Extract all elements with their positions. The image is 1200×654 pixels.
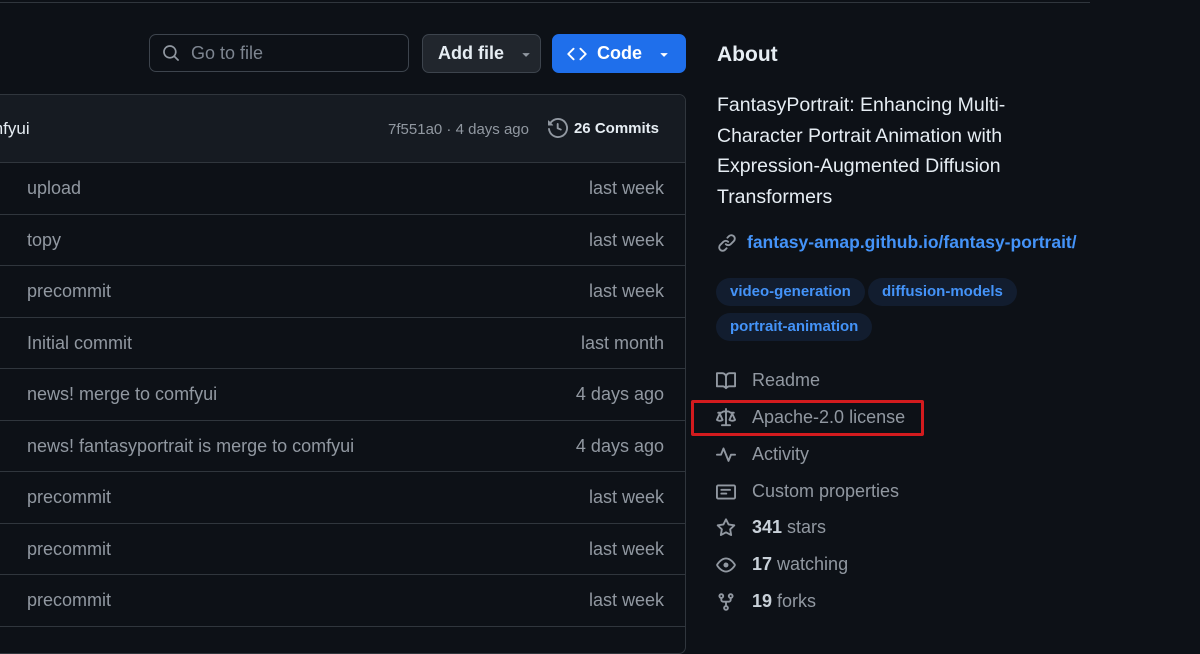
commit-time: last week xyxy=(588,178,664,198)
commit-message[interactable]: topy xyxy=(27,230,61,251)
caret-down-icon xyxy=(522,52,530,57)
repo-description: FantasyPortrait: Enhancing Multi-Charact… xyxy=(717,94,1006,208)
homepage-url: fantasy-amap.github.io/fantasy-portrait/ xyxy=(747,232,1077,252)
code-label: Code xyxy=(597,43,642,63)
go-to-file-search[interactable] xyxy=(149,34,409,72)
commit-message[interactable]: precommit xyxy=(27,487,111,508)
stars-label: stars xyxy=(787,517,827,537)
caret-down-icon xyxy=(660,52,668,57)
custom-properties-label: Custom properties xyxy=(752,481,900,501)
commit-message[interactable]: upload xyxy=(27,178,81,199)
topic-diffusion-models[interactable]: diffusion-models xyxy=(868,278,1017,306)
code-button[interactable]: Code xyxy=(552,34,686,73)
commit-message[interactable]: Initial commit xyxy=(27,333,132,354)
forks-count: 19 xyxy=(752,591,773,611)
file-row[interactable]: precommit last week xyxy=(0,524,685,575)
file-row[interactable]: news! merge to comfyui 4 days ago xyxy=(0,369,685,421)
eye-icon xyxy=(716,557,736,572)
code-icon xyxy=(567,47,587,60)
link-icon xyxy=(718,233,736,252)
forks-link[interactable]: 19 forks xyxy=(716,591,816,612)
watching-count: 17 xyxy=(752,554,773,574)
file-row[interactable]: topy last week xyxy=(0,215,685,266)
commit-time: 4 days ago xyxy=(575,435,664,456)
license-highlight-box xyxy=(691,400,924,436)
watching-label: watching xyxy=(777,554,849,574)
commit-message[interactable]: precommit xyxy=(27,539,111,560)
file-row[interactable]: precommit last week xyxy=(0,472,685,524)
commit-message[interactable]: news! fantasyportrait is merge to comfyu… xyxy=(27,436,354,457)
forks-label: forks xyxy=(777,591,817,611)
commit-author[interactable]: mfyui xyxy=(0,119,30,139)
search-input[interactable] xyxy=(189,41,393,65)
activity-link[interactable]: Activity xyxy=(716,444,809,465)
stars-link[interactable]: 341 stars xyxy=(716,517,826,538)
add-file-label: Add file xyxy=(438,43,504,63)
commit-message[interactable]: precommit xyxy=(27,590,111,611)
commit-time: last week xyxy=(588,487,664,507)
homepage-link[interactable]: fantasy-amap.github.io/fantasy-portrait/ xyxy=(717,232,1077,253)
commit-time: last week xyxy=(588,590,664,610)
search-icon xyxy=(163,45,179,61)
history-icon xyxy=(547,118,568,138)
file-row[interactable]: precommit last week xyxy=(0,575,685,627)
file-row[interactable]: news! fantasyportrait is merge to comfyu… xyxy=(0,421,685,472)
star-icon xyxy=(716,517,736,536)
file-list: mfyui 7f551a0 · 4 days ago 26 Commits up… xyxy=(0,94,686,654)
readme-link[interactable]: Readme xyxy=(716,370,820,391)
stars-count: 341 xyxy=(752,517,783,537)
commits-count: 26 Commits xyxy=(573,119,659,137)
readme-label: Readme xyxy=(752,370,821,390)
about-heading: About xyxy=(717,43,778,66)
fork-icon xyxy=(718,592,734,611)
topic-video-generation[interactable]: video-generation xyxy=(716,278,865,306)
commit-time: 4 days ago xyxy=(575,384,664,404)
commits-link[interactable]: 26 Commits xyxy=(547,118,659,138)
book-icon xyxy=(716,371,736,389)
commit-message[interactable]: precommit xyxy=(27,281,111,302)
file-row[interactable]: precommit last week xyxy=(0,266,685,318)
commit-time: last week xyxy=(588,229,664,250)
commit-time: last week xyxy=(588,281,664,301)
pulse-icon xyxy=(716,447,736,462)
commit-time: last month xyxy=(580,332,664,353)
top-divider xyxy=(0,2,1090,3)
note-icon xyxy=(716,484,736,499)
add-file-button[interactable]: Add file xyxy=(422,34,541,73)
commit-message[interactable]: news! merge to comfyui xyxy=(27,384,217,405)
file-row[interactable]: upload last week xyxy=(0,163,685,215)
topic-portrait-animation[interactable]: portrait-animation xyxy=(716,313,873,341)
latest-commit-header: mfyui 7f551a0 · 4 days ago 26 Commits xyxy=(0,95,685,163)
commit-time: last week xyxy=(588,538,664,559)
commit-meta[interactable]: 7f551a0 · 4 days ago xyxy=(388,121,529,138)
activity-label: Activity xyxy=(752,444,810,464)
custom-properties-link[interactable]: Custom properties xyxy=(716,481,899,502)
watching-link[interactable]: 17 watching xyxy=(716,554,848,575)
file-row[interactable]: Initial commit last month xyxy=(0,318,685,369)
